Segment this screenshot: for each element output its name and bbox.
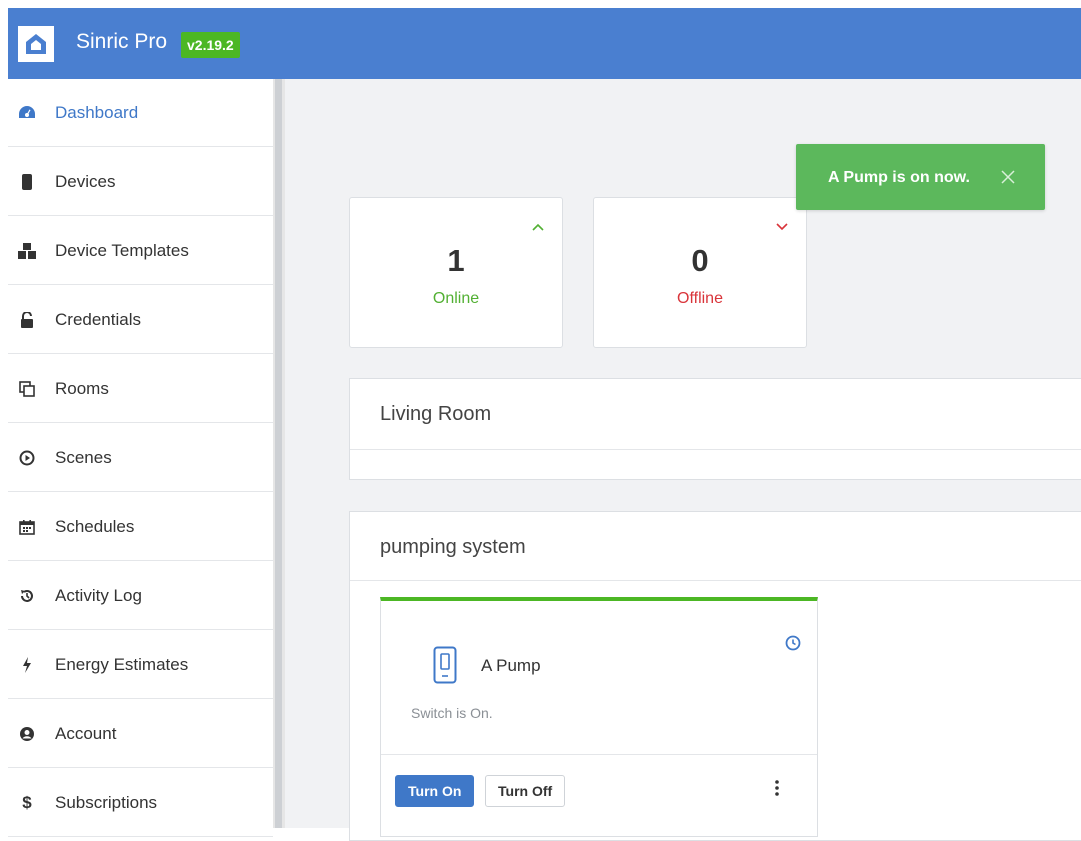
sidebar-item-label: Scenes [55,447,112,467]
room-divider [350,449,1081,450]
sidebar-item-label: Dashboard [55,102,139,122]
online-label: Online [432,290,480,307]
sidebar-item-label: Activity Log [55,585,142,605]
top-header: Sinric Pro v2.19.2 [8,8,1081,79]
sidebar-item-scenes[interactable]: Scenes [8,424,273,492]
notification-toast: A Pump is on now. [796,144,1045,210]
room-panel-living-room: Living Room [349,378,1081,480]
sidebar-item-label: Account [55,723,117,743]
unlock-icon [17,310,37,330]
room-title: Living Room [380,403,492,425]
dashboard-icon [17,103,37,123]
device-divider [381,754,817,755]
sidebar-item-device-templates[interactable]: Device Templates [8,217,273,285]
cubes-icon [17,241,37,261]
turn-on-button[interactable]: Turn On [395,775,475,807]
scrollbar-thumb[interactable] [275,79,282,828]
toast-message: A Pump is on now. [828,169,970,186]
room-title: pumping system [380,536,526,558]
sidebar-item-subscriptions[interactable]: $ Subscriptions [8,769,273,837]
play-circle-icon [17,448,37,468]
sidebar-item-label: Energy Estimates [55,654,189,674]
sidebar-item-rooms[interactable]: Rooms [8,355,273,423]
more-options-icon[interactable] [775,779,779,801]
sidebar: Dashboard Devices Device Templates Crede… [8,79,273,837]
bolt-icon [17,655,37,675]
sidebar-item-activity-log[interactable]: Activity Log [8,562,273,630]
turn-off-button[interactable]: Turn Off [485,775,566,807]
sidebar-item-devices[interactable]: Devices [8,148,273,216]
device-card-a-pump[interactable]: A Pump Switch is On. Turn On Turn Off [380,597,818,837]
sidebar-item-energy-estimates[interactable]: Energy Estimates [8,631,273,699]
device-name: A Pump [481,656,541,675]
user-circle-icon [17,724,37,744]
sidebar-item-label: Devices [55,171,116,191]
version-badge: v2.19.2 [181,32,240,58]
chevron-up-icon [532,218,544,234]
clock-icon[interactable] [785,635,801,656]
sidebar-item-label: Device Templates [55,240,189,260]
sidebar-item-label: Schedules [55,516,135,536]
sidebar-item-dashboard[interactable]: Dashboard [8,79,273,147]
calendar-icon [17,517,37,537]
online-stat-card[interactable]: 1 Online [349,197,563,348]
home-logo-icon[interactable] [18,26,54,62]
offline-stat-card[interactable]: 0 Offline [593,197,807,348]
sidebar-item-label: Credentials [55,309,141,329]
device-icon [17,172,37,192]
offline-label: Offline [677,290,723,307]
sidebar-item-credentials[interactable]: Credentials [8,286,273,354]
switch-device-icon [433,646,457,689]
room-divider [350,580,1081,581]
offline-count: 0 [691,243,709,278]
device-status: Switch is On. [411,705,493,721]
sidebar-item-account[interactable]: Account [8,700,273,768]
online-count: 1 [447,243,465,278]
sidebar-item-schedules[interactable]: Schedules [8,493,273,561]
clone-icon [17,379,37,399]
close-icon[interactable] [1001,170,1015,189]
chevron-down-icon [776,218,788,234]
dollar-icon: $ [22,792,32,812]
sidebar-scrollbar[interactable] [273,79,285,828]
brand-name[interactable]: Sinric Pro [76,30,167,54]
history-icon [17,586,37,606]
sidebar-item-label: Rooms [55,378,109,398]
sidebar-item-label: Subscriptions [55,792,158,812]
